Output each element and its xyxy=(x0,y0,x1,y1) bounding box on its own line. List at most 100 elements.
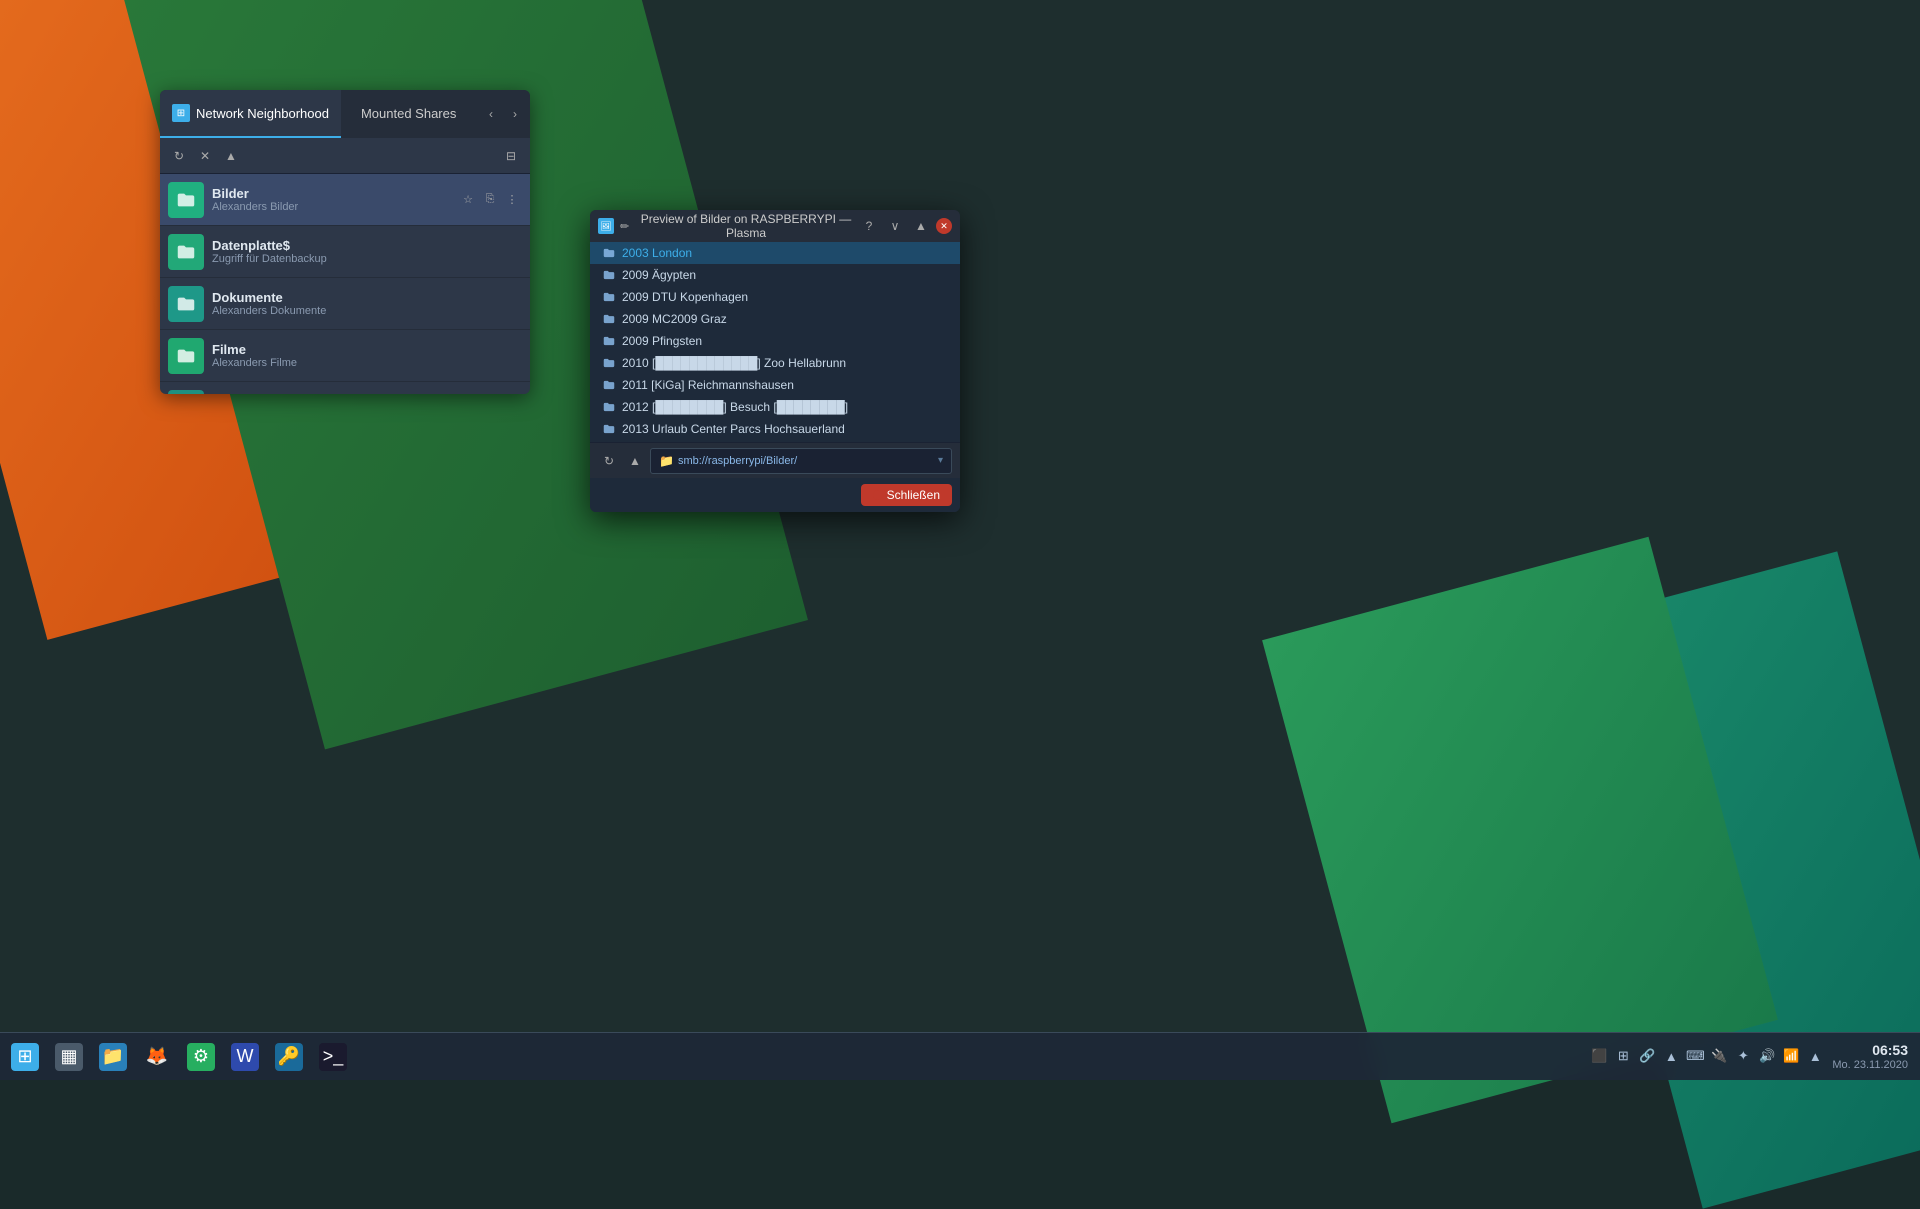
share-desc: Alexanders Dokumente xyxy=(212,305,458,317)
preview-titlebar-icon: 🖼 xyxy=(598,218,614,234)
folder-item[interactable]: 2009 DTU Kopenhagen xyxy=(590,286,960,308)
tray-icon-network[interactable]: 🔗 xyxy=(1638,1047,1656,1065)
taskbar-app-word[interactable]: W xyxy=(224,1036,266,1078)
taskbar-app-terminal[interactable]: >_ xyxy=(312,1036,354,1078)
tray-icon-battery[interactable]: ▲ xyxy=(1806,1047,1824,1065)
preview-window: 🖼 ✏ Preview of Bilder on RASPBERRYPI — P… xyxy=(590,210,960,512)
panel-tabs: ⊞ Network Neighborhood Mounted Shares ‹ … xyxy=(160,90,530,138)
folder-item[interactable]: 2003 London xyxy=(590,242,960,264)
help-button[interactable]: ? xyxy=(858,215,880,237)
network-panel: ⊞ Network Neighborhood Mounted Shares ‹ … xyxy=(160,90,530,394)
share-item[interactable]: Filme Alexanders Filme ☆ ⎘ ⋮ xyxy=(160,330,530,382)
taskbar-app-settings[interactable]: ⚙ xyxy=(180,1036,222,1078)
preview-titlebar: 🖼 ✏ Preview of Bilder on RASPBERRYPI — P… xyxy=(590,210,960,242)
taskbar-app-dolphin[interactable]: 📁 xyxy=(92,1036,134,1078)
share-menu-button[interactable]: ⋮ xyxy=(502,294,522,314)
tray-icon-wifi[interactable]: 📶 xyxy=(1782,1047,1800,1065)
share-item[interactable]: Dokumente Alexanders Dokumente ☆ ⎘ ⋮ xyxy=(160,278,530,330)
share-desc: Zugriff für Datenbackup xyxy=(212,253,458,265)
folder-item[interactable]: 2009 MC2009 Graz xyxy=(590,308,960,330)
folder-item[interactable]: 2013 Urlaub Center Parcs Hochsauerland xyxy=(590,418,960,440)
share-star-button[interactable]: ☆ xyxy=(458,294,478,314)
path-bar-text: smb://raspberrypi/Bilder/ xyxy=(678,455,934,467)
share-star-button[interactable]: ☆ xyxy=(458,190,478,210)
share-copy-button[interactable]: ⎘ xyxy=(480,294,500,314)
panel-nav-left: ↻ ✕ ▲ xyxy=(168,145,242,167)
tray-icon-2[interactable]: ⊞ xyxy=(1614,1047,1632,1065)
tab-mounted-shares[interactable]: Mounted Shares xyxy=(349,90,468,138)
folder-icon xyxy=(602,378,616,392)
app-icon-firefox: 🦊 xyxy=(143,1043,171,1071)
taskbar-app-grid[interactable]: ⊞ xyxy=(4,1036,46,1078)
panel-nav-right: ⊟ xyxy=(500,145,522,167)
share-info: Bilder Alexanders Bilder xyxy=(212,186,458,213)
tray-icon-bluetooth[interactable]: ✦ xyxy=(1734,1047,1752,1065)
schliessen-label: Schließen xyxy=(887,488,940,502)
share-icon xyxy=(168,182,204,218)
tray-icon-volume[interactable]: 🔊 xyxy=(1758,1047,1776,1065)
collapse-button[interactable]: ▲ xyxy=(220,145,242,167)
taskbar-app-keepass[interactable]: 🔑 xyxy=(268,1036,310,1078)
taskbar-app-taskmanager[interactable]: ▦ xyxy=(48,1036,90,1078)
footer-collapse-button[interactable]: ▲ xyxy=(624,450,646,472)
share-info: Dokumente Alexanders Dokumente xyxy=(212,290,458,317)
tab-network-neighborhood[interactable]: ⊞ Network Neighborhood xyxy=(160,90,341,138)
folder-icon xyxy=(602,268,616,282)
close-button[interactable]: ✕ xyxy=(194,145,216,167)
app-icon-word: W xyxy=(231,1043,259,1071)
taskbar-apps: ⊞ ▦ 📁 🦊 ⚙ W 🔑 xyxy=(0,1036,1578,1078)
share-menu-button[interactable]: ⋮ xyxy=(502,190,522,210)
schliessen-button[interactable]: Schließen xyxy=(861,484,952,506)
tab-next-button[interactable]: › xyxy=(504,103,526,125)
preview-close-bar: Schließen xyxy=(590,478,960,512)
system-clock[interactable]: 06:53 Mo. 23.11.2020 xyxy=(1832,1042,1908,1071)
share-icon xyxy=(168,390,204,395)
view-toggle-button[interactable]: ⊟ xyxy=(500,145,522,167)
taskbar-app-firefox[interactable]: 🦊 xyxy=(136,1036,178,1078)
share-info: Filme Alexanders Filme xyxy=(212,342,458,369)
share-copy-button[interactable]: ⎘ xyxy=(480,346,500,366)
close-window-button[interactable]: ✕ xyxy=(936,218,952,234)
folder-item[interactable]: 2011 [KiGa] Reichmannshausen xyxy=(590,374,960,396)
path-bar[interactable]: 📁 smb://raspberrypi/Bilder/ ▾ xyxy=(650,448,952,474)
share-star-button[interactable]: ☆ xyxy=(458,346,478,366)
app-icon-dolphin: 📁 xyxy=(99,1043,127,1071)
share-menu-button[interactable]: ⋮ xyxy=(502,242,522,262)
folder-icon xyxy=(602,246,616,260)
refresh-button[interactable]: ↻ xyxy=(168,145,190,167)
share-icon xyxy=(168,234,204,270)
maximize-button[interactable]: ▲ xyxy=(910,215,932,237)
folder-name: 2009 Pfingsten xyxy=(622,334,702,348)
share-item[interactable]: Datenplatte$ Zugriff für Datenbackup ☆ ⎘… xyxy=(160,226,530,278)
share-star-button[interactable]: ☆ xyxy=(458,242,478,262)
tray-icon-keyboard[interactable]: ⌨ xyxy=(1686,1047,1704,1065)
app-icon-grid: ⊞ xyxy=(11,1043,39,1071)
taskbar: ⊞ ▦ 📁 🦊 ⚙ W 🔑 xyxy=(0,1032,1920,1080)
folder-item[interactable]: 2009 Ägypten xyxy=(590,264,960,286)
folder-name: 2011 [KiGa] Reichmannshausen xyxy=(622,378,794,392)
clock-time: 06:53 xyxy=(1832,1042,1908,1059)
app-icon-terminal: >_ xyxy=(319,1043,347,1071)
mounted-tab-label: Mounted Shares xyxy=(361,106,456,121)
folder-item[interactable]: 2009 Pfingsten xyxy=(590,330,960,352)
folder-item[interactable]: 2012 [████████] Besuch [████████] xyxy=(590,396,960,418)
tray-icon-usb[interactable]: 🔌 xyxy=(1710,1047,1728,1065)
share-copy-button[interactable]: ⎘ xyxy=(480,190,500,210)
share-item[interactable]: Hoerbuecher Alexanders Hörbücher ☆ ⎘ ⋮ xyxy=(160,382,530,394)
folder-item[interactable]: 2010 [████████████] Zoo Hellabrunn xyxy=(590,352,960,374)
footer-refresh-button[interactable]: ↻ xyxy=(598,450,620,472)
folder-name: 2013 Urlaub Center Parcs Hochsauerland xyxy=(622,422,845,436)
path-bar-dropdown-icon: ▾ xyxy=(938,455,943,466)
tray-icon-upload[interactable]: ▲ xyxy=(1662,1047,1680,1065)
app-icon-settings: ⚙ xyxy=(187,1043,215,1071)
network-tab-icon: ⊞ xyxy=(172,104,190,122)
tab-prev-button[interactable]: ‹ xyxy=(480,103,502,125)
minimize-button[interactable]: ∨ xyxy=(884,215,906,237)
share-menu-button[interactable]: ⋮ xyxy=(502,346,522,366)
edit-icon[interactable]: ✏ xyxy=(620,219,634,233)
folder-icon xyxy=(602,400,616,414)
tray-icon-1[interactable]: ⬛ xyxy=(1590,1047,1608,1065)
share-copy-button[interactable]: ⎘ xyxy=(480,242,500,262)
titlebar-controls: ? ∨ ▲ ✕ xyxy=(858,215,952,237)
share-item[interactable]: Bilder Alexanders Bilder ☆ ⎘ ⋮ xyxy=(160,174,530,226)
